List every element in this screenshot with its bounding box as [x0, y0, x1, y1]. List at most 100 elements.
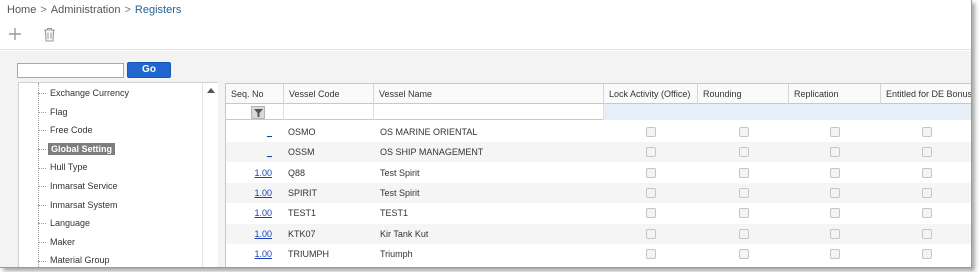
tree-item-label: Inmarsat Service: [50, 181, 118, 191]
tree-branch: [38, 204, 46, 206]
column-header[interactable]: Vessel Code: [284, 84, 374, 104]
column-header[interactable]: Replication: [789, 84, 881, 104]
tree-branch: [38, 241, 46, 243]
row-checkbox[interactable]: [830, 208, 840, 219]
vessel-code-cell: TRIUMPH: [288, 248, 329, 259]
column-header[interactable]: Entitled for DE Bonus: [881, 84, 971, 104]
top-bar: Home > Administration > Registers: [0, 0, 971, 50]
breadcrumb-registers: Registers: [134, 4, 182, 16]
tree-item[interactable]: Language: [38, 216, 92, 231]
seq-link[interactable]: 1.00: [226, 224, 278, 244]
breadcrumb-separator: >: [40, 4, 47, 16]
row-checkbox[interactable]: [738, 127, 749, 137]
tree-item-label: Material Group: [50, 255, 110, 266]
row-checkbox[interactable]: [646, 187, 656, 198]
tree-item-label: Exchange Currency: [50, 88, 130, 98]
row-checkbox[interactable]: [830, 167, 840, 178]
row-checkbox[interactable]: [830, 147, 840, 158]
row-checkbox[interactable]: [646, 228, 656, 239]
seq-link[interactable]: _: [226, 142, 278, 162]
table-row[interactable]: 1.00 TRIUMPH Triumph: [226, 244, 971, 264]
row-checkbox[interactable]: [830, 127, 840, 137]
filter-cell-name[interactable]: [374, 104, 604, 120]
scroll-up-icon[interactable]: [207, 88, 215, 93]
row-checkbox[interactable]: [646, 147, 656, 158]
vessel-code-cell: OSSM: [288, 147, 315, 158]
table-row[interactable]: _ OSSM OS SHIP MANAGEMENT: [226, 142, 971, 163]
vessel-code-cell: KTK07: [288, 228, 316, 239]
row-checkbox[interactable]: [922, 127, 932, 137]
tree-item-label: Hull Type: [50, 162, 88, 173]
row-checkbox[interactable]: [922, 147, 932, 158]
filter-cell-code[interactable]: [284, 104, 374, 120]
main-content: Go Exchange Currency Flag Free Code Global …: [0, 51, 971, 267]
row-checkbox[interactable]: [738, 147, 749, 158]
column-header[interactable]: Rounding: [698, 84, 789, 104]
tree-item[interactable]: Material Group: [38, 253, 112, 267]
table-row[interactable]: 1.00 KTK07 Kir Tank Kut: [226, 223, 971, 244]
filter-row: [226, 104, 971, 120]
table-row[interactable]: 1.00 Q88 Test Spirit: [226, 163, 971, 183]
row-checkbox[interactable]: [738, 167, 749, 178]
breadcrumb-home[interactable]: Home: [7, 4, 36, 16]
table-row[interactable]: _ OSMO OS MARINE ORIENTAL: [226, 122, 971, 142]
row-checkbox[interactable]: [646, 208, 656, 219]
tree-item[interactable]: Inmarsat Service: [38, 179, 120, 194]
table-row[interactable]: 1.00 TEST1 TEST1: [226, 203, 971, 223]
register-tree: Exchange Currency Flag Free Code Global Set…: [18, 82, 218, 267]
seq-link[interactable]: _: [226, 122, 278, 142]
column-header[interactable]: Vessel Name: [374, 84, 604, 104]
tree-item[interactable]: Maker: [38, 235, 77, 250]
filter-icon[interactable]: [251, 106, 265, 119]
trash-icon[interactable]: [43, 27, 56, 42]
row-checkbox[interactable]: [922, 167, 932, 178]
seq-link[interactable]: 1.00: [226, 163, 278, 183]
row-checkbox[interactable]: [922, 228, 932, 239]
tree-item[interactable]: Exchange Currency: [38, 86, 131, 101]
tree-item[interactable]: Free Code: [38, 123, 95, 138]
column-header[interactable]: Lock Activity (Office): [604, 84, 698, 104]
plus-icon[interactable]: [8, 27, 22, 41]
tree-item-label: Maker: [50, 236, 76, 247]
row-checkbox[interactable]: [646, 248, 656, 259]
table-row[interactable]: 1.00 SPIRIT Test Spirit: [226, 182, 971, 203]
row-checkbox[interactable]: [922, 248, 932, 259]
tree-item-label: Inmarsat System: [50, 199, 118, 210]
tree-branch: [38, 223, 46, 225]
breadcrumb: Home > Administration > Registers: [7, 4, 181, 16]
vessel-code-cell: Q88: [288, 167, 306, 178]
seq-link[interactable]: 1.00: [226, 244, 278, 264]
column-header[interactable]: Seq. No: [226, 84, 284, 104]
row-checkbox[interactable]: [922, 187, 932, 198]
vessel-name-cell: Kir Tank Kut: [380, 228, 429, 239]
row-checkbox[interactable]: [646, 167, 656, 178]
tree-item[interactable]: Flag: [38, 105, 70, 120]
row-checkbox[interactable]: [646, 127, 656, 137]
row-checkbox[interactable]: [830, 187, 840, 198]
go-button[interactable]: Go: [127, 62, 171, 78]
search-input[interactable]: [17, 63, 124, 78]
app-window: Home > Administration > Registers Go Exchang…: [0, 0, 972, 268]
row-checkbox[interactable]: [830, 248, 840, 259]
tree-item[interactable]: Global Setting: [38, 142, 116, 157]
row-checkbox[interactable]: [922, 208, 932, 219]
vessel-name-cell: TEST1: [380, 208, 409, 219]
row-checkbox[interactable]: [738, 208, 749, 219]
row-checkbox[interactable]: [738, 248, 749, 259]
vessel-name-cell: Test Spirit: [380, 167, 420, 178]
row-checkbox[interactable]: [738, 187, 749, 198]
seq-link[interactable]: 1.00: [226, 203, 278, 223]
seq-link[interactable]: 1.00: [226, 183, 278, 203]
breadcrumb-administration[interactable]: Administration: [51, 4, 121, 16]
filter-cell-flags: [604, 104, 971, 120]
row-checkbox[interactable]: [830, 228, 840, 239]
row-checkbox[interactable]: [738, 228, 749, 239]
tree-branch: [38, 260, 46, 262]
tree-scrollbar[interactable]: [202, 83, 218, 267]
vessel-code-cell: TEST1: [288, 208, 317, 219]
tree-branch: [38, 186, 46, 188]
vessel-code-cell: OSMO: [288, 127, 316, 137]
tree-item[interactable]: Inmarsat System: [38, 198, 120, 213]
tree-item[interactable]: Hull Type: [38, 160, 89, 175]
vessel-name-cell: Test Spirit: [380, 187, 420, 198]
